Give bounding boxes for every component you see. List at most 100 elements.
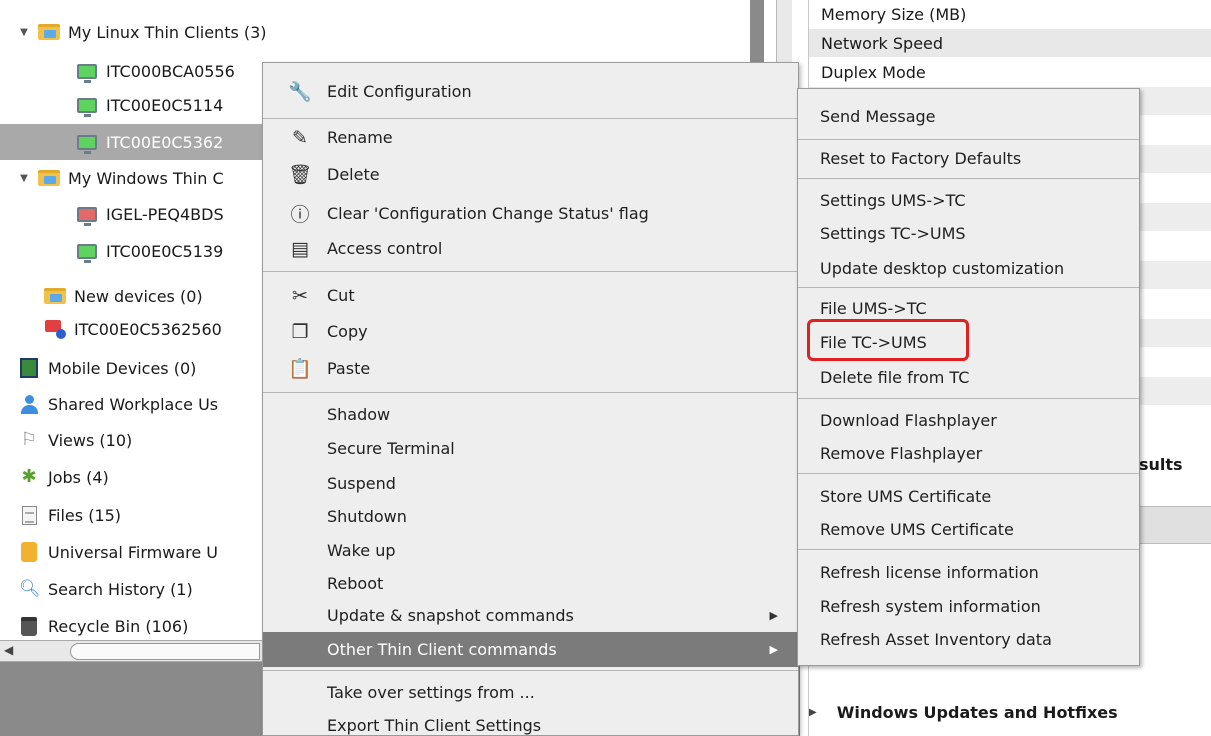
expand-arrow-icon[interactable]: ▼ — [18, 27, 30, 38]
menu-separator — [798, 178, 1139, 179]
thin-client-online-icon — [76, 241, 98, 263]
submenu-item-send-message[interactable]: Send Message — [798, 101, 1139, 131]
expand-arrow-icon[interactable]: ▼ — [18, 173, 30, 184]
submenu-item-reset-factory-defaults[interactable]: Reset to Factory Defaults — [798, 143, 1139, 173]
clipboard-icon: 📋 — [288, 358, 312, 380]
tree-item-mobile-devices[interactable]: Mobile Devices (0) — [18, 352, 196, 384]
submenu-item-refresh-asset-inventory[interactable]: Refresh Asset Inventory data — [798, 624, 1139, 654]
tree-item-label: ITC00E0C5114 — [106, 95, 224, 115]
tree-item-recycle-bin[interactable]: Recycle Bin (106) — [18, 610, 188, 642]
tree-item-label: Shared Workplace Us — [48, 394, 219, 414]
tree-item-search-history[interactable]: 🔍︎ Search History (1) — [18, 573, 193, 605]
folder-icon — [38, 22, 60, 42]
tree-item-thin-client[interactable]: ITC00E0C5114 — [76, 89, 223, 121]
thin-client-online-icon — [76, 61, 98, 83]
menu-item-label: Suspend — [327, 474, 396, 493]
annotation-highlight-box — [807, 319, 969, 361]
tree-item-jobs[interactable]: ✱ Jobs (4) — [18, 461, 108, 493]
submenu-item-settings-ums-to-tc[interactable]: Settings UMS->TC — [798, 185, 1139, 215]
tree-item-files[interactable]: Files (15) — [18, 499, 121, 531]
menu-separator — [263, 392, 798, 393]
tree-item-label: Search History (1) — [48, 579, 193, 599]
collapsed-arrow-icon[interactable]: ▶ — [809, 707, 817, 718]
menu-item-label: Take over settings from ... — [327, 683, 535, 702]
submenu-arrow-icon: ▶ — [769, 609, 778, 622]
tree-folder-new-devices[interactable]: New devices (0) — [44, 280, 203, 312]
menu-item-label: Shadow — [327, 405, 391, 424]
exclamation-circle-icon: ⓘ — [290, 204, 310, 226]
horizontal-scrollbar[interactable]: ◀ — [0, 640, 262, 662]
menu-item-update-snapshot-commands[interactable]: Update & snapshot commands ▶ — [263, 598, 798, 633]
tree-item-label: Universal Firmware U — [48, 542, 218, 562]
windows-updates-section[interactable]: ▶ Windows Updates and Hotfixes — [809, 696, 1211, 728]
tree-item-thin-client[interactable]: ITC000BCA0556 — [76, 55, 235, 87]
scissors-icon: ✂ — [292, 284, 308, 307]
tree-item-label: ITC000BCA0556 — [106, 61, 235, 81]
tree-item-label: Files (15) — [48, 505, 122, 525]
tree-item-thin-client-selected[interactable]: ITC00E0C5362 — [0, 124, 262, 160]
copy-icon: ❐ — [291, 320, 309, 343]
tree-item-label: IGEL-PEQ4BDS — [106, 204, 224, 224]
submenu-item-remove-flashplayer[interactable]: Remove Flashplayer — [798, 438, 1139, 468]
thin-client-online-icon — [76, 132, 98, 154]
menu-item-cut[interactable]: ✂ Cut — [263, 278, 798, 313]
tree-item-label: My Linux Thin Clients (3) — [68, 22, 267, 42]
tree-folder-windows[interactable]: ▼ My Windows Thin C — [18, 162, 223, 194]
menu-item-suspend[interactable]: Suspend — [263, 466, 798, 501]
thin-client-online-icon — [76, 95, 98, 117]
results-section-title: sults — [1139, 455, 1183, 474]
submenu-item-remove-ums-certificate[interactable]: Remove UMS Certificate — [798, 514, 1139, 544]
recycle-bin-icon — [18, 616, 40, 636]
submenu-item-delete-file-from-tc[interactable]: Delete file from TC — [798, 362, 1139, 392]
tree-item-views[interactable]: ⚐ Views (10) — [18, 424, 132, 456]
menu-item-access-control[interactable]: ▤ Access control — [263, 231, 798, 266]
menu-separator — [798, 549, 1139, 550]
menu-item-label: Edit Configuration — [327, 82, 472, 101]
section-title: Windows Updates and Hotfixes — [836, 702, 1118, 722]
menu-item-paste[interactable]: 📋 Paste — [263, 351, 798, 386]
folder-icon — [38, 168, 60, 188]
submenu-item-update-desktop-customization[interactable]: Update desktop customization — [798, 253, 1139, 283]
property-memory-size: Memory Size (MB) — [809, 0, 1211, 29]
property-network-speed: Network Speed — [809, 29, 1211, 58]
menu-item-clear-flag[interactable]: ⓘ Clear 'Configuration Change Status' fl… — [263, 196, 798, 231]
tree-item-thin-client[interactable]: ITC00E0C5139 — [76, 235, 223, 267]
menu-item-export-settings[interactable]: Export Thin Client Settings — [263, 708, 798, 736]
tree-item-label: ITC00E0C5362560 — [74, 319, 222, 339]
menu-item-other-thin-client-commands[interactable]: Other Thin Client commands ▶ — [263, 632, 798, 667]
tree-item-universal-firmware[interactable]: Universal Firmware U — [18, 536, 218, 568]
menu-item-reboot[interactable]: Reboot — [263, 566, 798, 601]
scroll-left-icon[interactable]: ◀ — [4, 643, 13, 657]
context-menu: 🔧 Edit Configuration ✎ Rename 🗑 Delete ⓘ… — [262, 62, 799, 736]
menu-item-label: Rename — [327, 128, 393, 147]
menu-item-wake-up[interactable]: Wake up — [263, 533, 798, 568]
submenu-item-download-flashplayer[interactable]: Download Flashplayer — [798, 405, 1139, 435]
menu-item-secure-terminal[interactable]: Secure Terminal — [263, 431, 798, 466]
menu-item-copy[interactable]: ❐ Copy — [263, 314, 798, 349]
submenu-item-settings-tc-to-ums[interactable]: Settings TC->UMS — [798, 218, 1139, 248]
menu-item-label: Wake up — [327, 541, 396, 560]
submenu-item-refresh-license[interactable]: Refresh license information — [798, 557, 1139, 587]
tree-folder-linux[interactable]: ▼ My Linux Thin Clients (3) — [18, 16, 267, 48]
menu-item-take-over-settings[interactable]: Take over settings from ... — [263, 675, 798, 710]
file-icon — [18, 505, 40, 525]
property-duplex-mode: Duplex Mode — [809, 58, 1211, 87]
menu-item-delete[interactable]: 🗑 Delete — [263, 157, 798, 192]
menu-item-edit-configuration[interactable]: 🔧 Edit Configuration — [263, 74, 798, 109]
menu-item-label: Shutdown — [327, 507, 407, 526]
menu-item-label: Access control — [327, 239, 443, 258]
menu-separator — [263, 118, 798, 119]
menu-item-label: Export Thin Client Settings — [327, 716, 542, 735]
menu-item-label: Clear 'Configuration Change Status' flag — [327, 204, 649, 223]
tree-item-label: New devices (0) — [74, 286, 203, 306]
submenu-item-store-ums-certificate[interactable]: Store UMS Certificate — [798, 481, 1139, 511]
menu-item-rename[interactable]: ✎ Rename — [263, 120, 798, 155]
menu-item-shadow[interactable]: Shadow — [263, 397, 798, 432]
scrollbar-thumb[interactable] — [70, 643, 260, 660]
tree-item-shared-workplace[interactable]: Shared Workplace Us — [18, 388, 218, 420]
menu-item-label: Paste — [327, 359, 371, 378]
tree-item-unregistered-device[interactable]: ITC00E0C5362560 — [44, 313, 222, 345]
tree-item-thin-client[interactable]: IGEL-PEQ4BDS — [76, 198, 224, 230]
submenu-item-refresh-system-info[interactable]: Refresh system information — [798, 591, 1139, 621]
menu-item-shutdown[interactable]: Shutdown — [263, 499, 798, 534]
